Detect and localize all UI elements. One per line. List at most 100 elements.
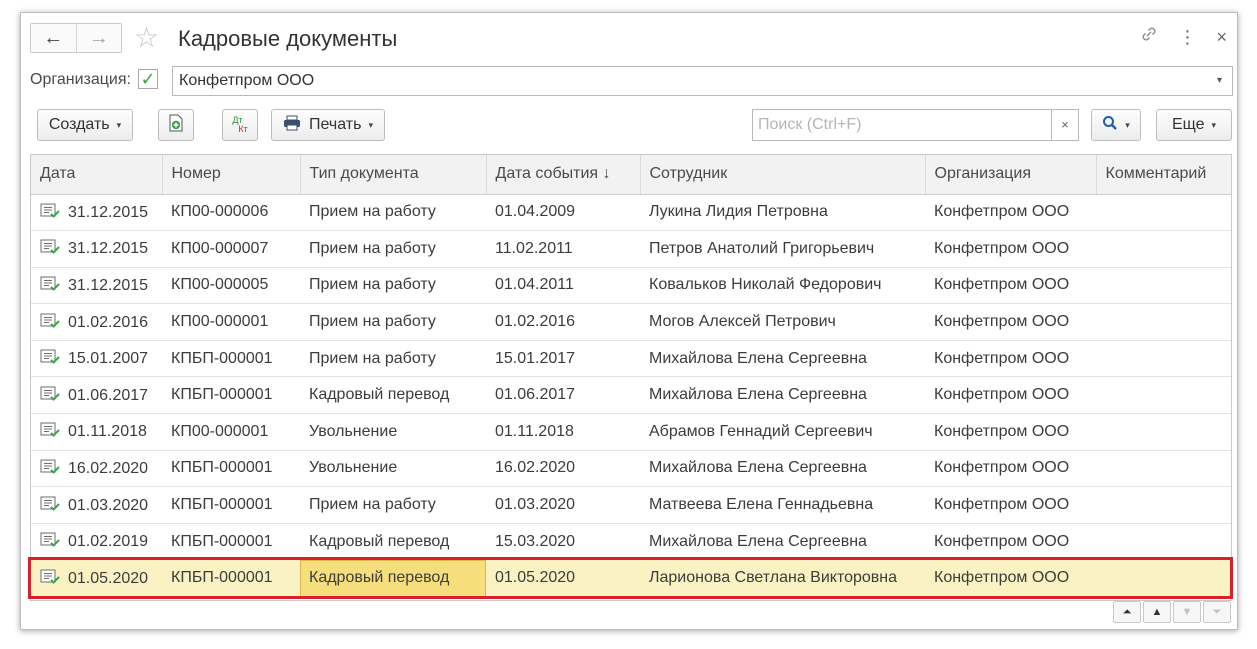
cell-doc-type[interactable]: Увольнение bbox=[300, 450, 486, 488]
cell-comment[interactable] bbox=[1096, 303, 1231, 341]
cell-date[interactable]: 15.01.2007 bbox=[31, 340, 162, 378]
cell-organization[interactable]: Конфетпром ООО bbox=[925, 450, 1096, 488]
scroll-to-top-button[interactable]: ⏶ bbox=[1113, 601, 1141, 623]
cell-organization[interactable]: Конфетпром ООО bbox=[925, 486, 1096, 524]
link-icon[interactable] bbox=[1140, 25, 1158, 49]
column-header-organization[interactable]: Организация bbox=[925, 155, 1097, 195]
cell-date[interactable]: 01.05.2020 bbox=[31, 559, 162, 598]
cell-event-date[interactable]: 01.05.2020 bbox=[486, 559, 640, 598]
cell-organization[interactable]: Конфетпром ООО bbox=[925, 303, 1096, 341]
cell-number[interactable]: КП00-000001 bbox=[162, 303, 300, 341]
cell-number[interactable]: КП00-000007 bbox=[162, 230, 300, 268]
cell-date[interactable]: 31.12.2015 bbox=[31, 230, 162, 268]
cell-employee[interactable]: Петров Анатолий Григорьевич bbox=[640, 230, 925, 268]
cell-event-date[interactable]: 01.04.2011 bbox=[486, 267, 640, 305]
cell-date[interactable]: 01.02.2019 bbox=[31, 523, 162, 561]
cell-employee[interactable]: Михайлова Елена Сергеевна bbox=[640, 523, 925, 561]
cell-date[interactable]: 31.12.2015 bbox=[31, 267, 162, 305]
cell-number[interactable]: КПБП-000001 bbox=[162, 559, 300, 598]
cell-comment[interactable] bbox=[1096, 267, 1231, 305]
cell-event-date[interactable]: 01.02.2016 bbox=[486, 303, 640, 341]
cell-number[interactable]: КПБП-000001 bbox=[162, 523, 300, 561]
cell-date[interactable]: 16.02.2020 bbox=[31, 450, 162, 488]
cell-employee[interactable]: Абрамов Геннадий Сергеевич bbox=[640, 413, 925, 451]
cell-doc-type[interactable]: Прием на работу bbox=[300, 230, 486, 268]
cell-event-date[interactable]: 11.02.2011 bbox=[486, 230, 640, 268]
table-row[interactable]: 31.12.2015 КП00-000006 Прием на работу 01.0… bbox=[31, 194, 1231, 232]
column-header-doc-type[interactable]: Тип документа bbox=[300, 155, 487, 195]
cell-doc-type[interactable]: Прием на работу bbox=[300, 303, 486, 341]
cell-comment[interactable] bbox=[1096, 376, 1231, 415]
cell-number[interactable]: КП00-000006 bbox=[162, 194, 300, 232]
table-row[interactable]: 16.02.2020 КПБП-000001 Увольнение 16.02.202… bbox=[31, 450, 1231, 488]
cell-event-date[interactable]: 16.02.2020 bbox=[486, 450, 640, 488]
cell-doc-type[interactable]: Увольнение bbox=[300, 413, 486, 451]
cell-comment[interactable] bbox=[1096, 340, 1231, 378]
cell-comment[interactable] bbox=[1096, 230, 1231, 268]
cell-organization[interactable]: Конфетпром ООО bbox=[925, 523, 1096, 561]
table-row[interactable]: 01.11.2018 КП00-000001 Увольнение 01.11.201… bbox=[31, 413, 1231, 451]
column-header-comment[interactable]: Комментарий bbox=[1096, 155, 1231, 195]
cell-date[interactable]: 31.12.2015 bbox=[31, 194, 162, 232]
column-header-event-date[interactable]: Дата события ↓ bbox=[486, 155, 641, 195]
scroll-to-bottom-button[interactable]: ⏷ bbox=[1203, 601, 1231, 623]
cell-doc-type[interactable]: Прием на работу bbox=[300, 340, 486, 378]
column-header-number[interactable]: Номер bbox=[162, 155, 301, 195]
organization-dropdown-button[interactable]: ▾ bbox=[1207, 66, 1233, 96]
cell-doc-type[interactable]: Прием на работу bbox=[300, 267, 486, 305]
cell-organization[interactable]: Конфетпром ООО bbox=[925, 559, 1096, 598]
cell-doc-type[interactable]: Кадровый перевод bbox=[300, 523, 486, 561]
forward-button[interactable]: → bbox=[75, 24, 122, 52]
cell-event-date[interactable]: 01.06.2017 bbox=[486, 376, 640, 415]
cell-number[interactable]: КПБП-000001 bbox=[162, 450, 300, 488]
cell-number[interactable]: КП00-000005 bbox=[162, 267, 300, 305]
organization-checkbox[interactable]: ✓ bbox=[138, 69, 158, 89]
cell-comment[interactable] bbox=[1096, 194, 1231, 232]
cell-organization[interactable]: Конфетпром ООО bbox=[925, 413, 1096, 451]
cell-organization[interactable]: Конфетпром ООО bbox=[925, 194, 1096, 232]
cell-organization[interactable]: Конфетпром ООО bbox=[925, 340, 1096, 378]
cell-doc-type[interactable]: Кадровый перевод bbox=[300, 559, 486, 598]
cell-organization[interactable]: Конфетпром ООО bbox=[925, 376, 1096, 415]
create-button[interactable]: Создать ▾ bbox=[37, 109, 133, 141]
table-row[interactable]: 01.03.2020 КПБП-000001 Прием на работу 01.0… bbox=[31, 486, 1231, 524]
cell-employee[interactable]: Лукина Лидия Петровна bbox=[640, 194, 925, 232]
cell-date[interactable]: 01.11.2018 bbox=[31, 413, 162, 451]
cell-organization[interactable]: Конфетпром ООО bbox=[925, 267, 1096, 305]
scroll-up-button[interactable]: ▲ bbox=[1143, 601, 1171, 623]
organization-field[interactable]: Конфетпром ООО bbox=[172, 66, 1208, 96]
cell-event-date[interactable]: 01.04.2009 bbox=[486, 194, 640, 232]
cell-event-date[interactable]: 15.03.2020 bbox=[486, 523, 640, 561]
cell-employee[interactable]: Ларионова Светлана Викторовна bbox=[640, 559, 925, 598]
cell-employee[interactable]: Матвеева Елена Геннадьевна bbox=[640, 486, 925, 524]
cell-organization[interactable]: Конфетпром ООО bbox=[925, 230, 1096, 268]
cell-date[interactable]: 01.06.2017 bbox=[31, 376, 162, 415]
close-icon[interactable]: × bbox=[1216, 25, 1227, 49]
cell-date[interactable]: 01.03.2020 bbox=[31, 486, 162, 524]
more-vertical-icon[interactable]: ⋮ bbox=[1178, 25, 1196, 49]
cell-event-date[interactable]: 15.01.2017 bbox=[486, 340, 640, 378]
cell-number[interactable]: КП00-000001 bbox=[162, 413, 300, 451]
table-row[interactable]: 01.02.2016 КП00-000001 Прием на работу 01.0… bbox=[31, 303, 1231, 341]
cell-doc-type[interactable]: Кадровый перевод bbox=[300, 376, 486, 415]
cell-date[interactable]: 01.02.2016 bbox=[31, 303, 162, 341]
cell-comment[interactable] bbox=[1096, 413, 1231, 451]
column-header-date[interactable]: Дата bbox=[31, 155, 163, 195]
dt-kt-button[interactable]: Дт Кт bbox=[222, 109, 258, 141]
table-row[interactable]: 01.06.2017 КПБП-000001 Кадровый перевод 01.… bbox=[31, 376, 1231, 415]
cell-comment[interactable] bbox=[1096, 523, 1231, 561]
cell-employee[interactable]: Михайлова Елена Сергеевна bbox=[640, 376, 925, 415]
add-copy-button[interactable] bbox=[158, 109, 194, 141]
search-button[interactable]: ▾ bbox=[1091, 109, 1141, 141]
search-clear-button[interactable]: × bbox=[1051, 109, 1079, 141]
table-row[interactable]: 01.05.2020 КПБП-000001 Кадровый перевод 01.… bbox=[31, 559, 1231, 598]
cell-employee[interactable]: Могов Алексей Петрович bbox=[640, 303, 925, 341]
cell-number[interactable]: КПБП-000001 bbox=[162, 486, 300, 524]
more-button[interactable]: Еще ▾ bbox=[1156, 109, 1232, 141]
cell-comment[interactable] bbox=[1096, 486, 1231, 524]
cell-event-date[interactable]: 01.11.2018 bbox=[486, 413, 640, 451]
cell-comment[interactable] bbox=[1096, 559, 1231, 598]
scroll-down-button[interactable]: ▼ bbox=[1173, 601, 1201, 623]
cell-comment[interactable] bbox=[1096, 450, 1231, 488]
cell-doc-type[interactable]: Прием на работу bbox=[300, 194, 486, 232]
